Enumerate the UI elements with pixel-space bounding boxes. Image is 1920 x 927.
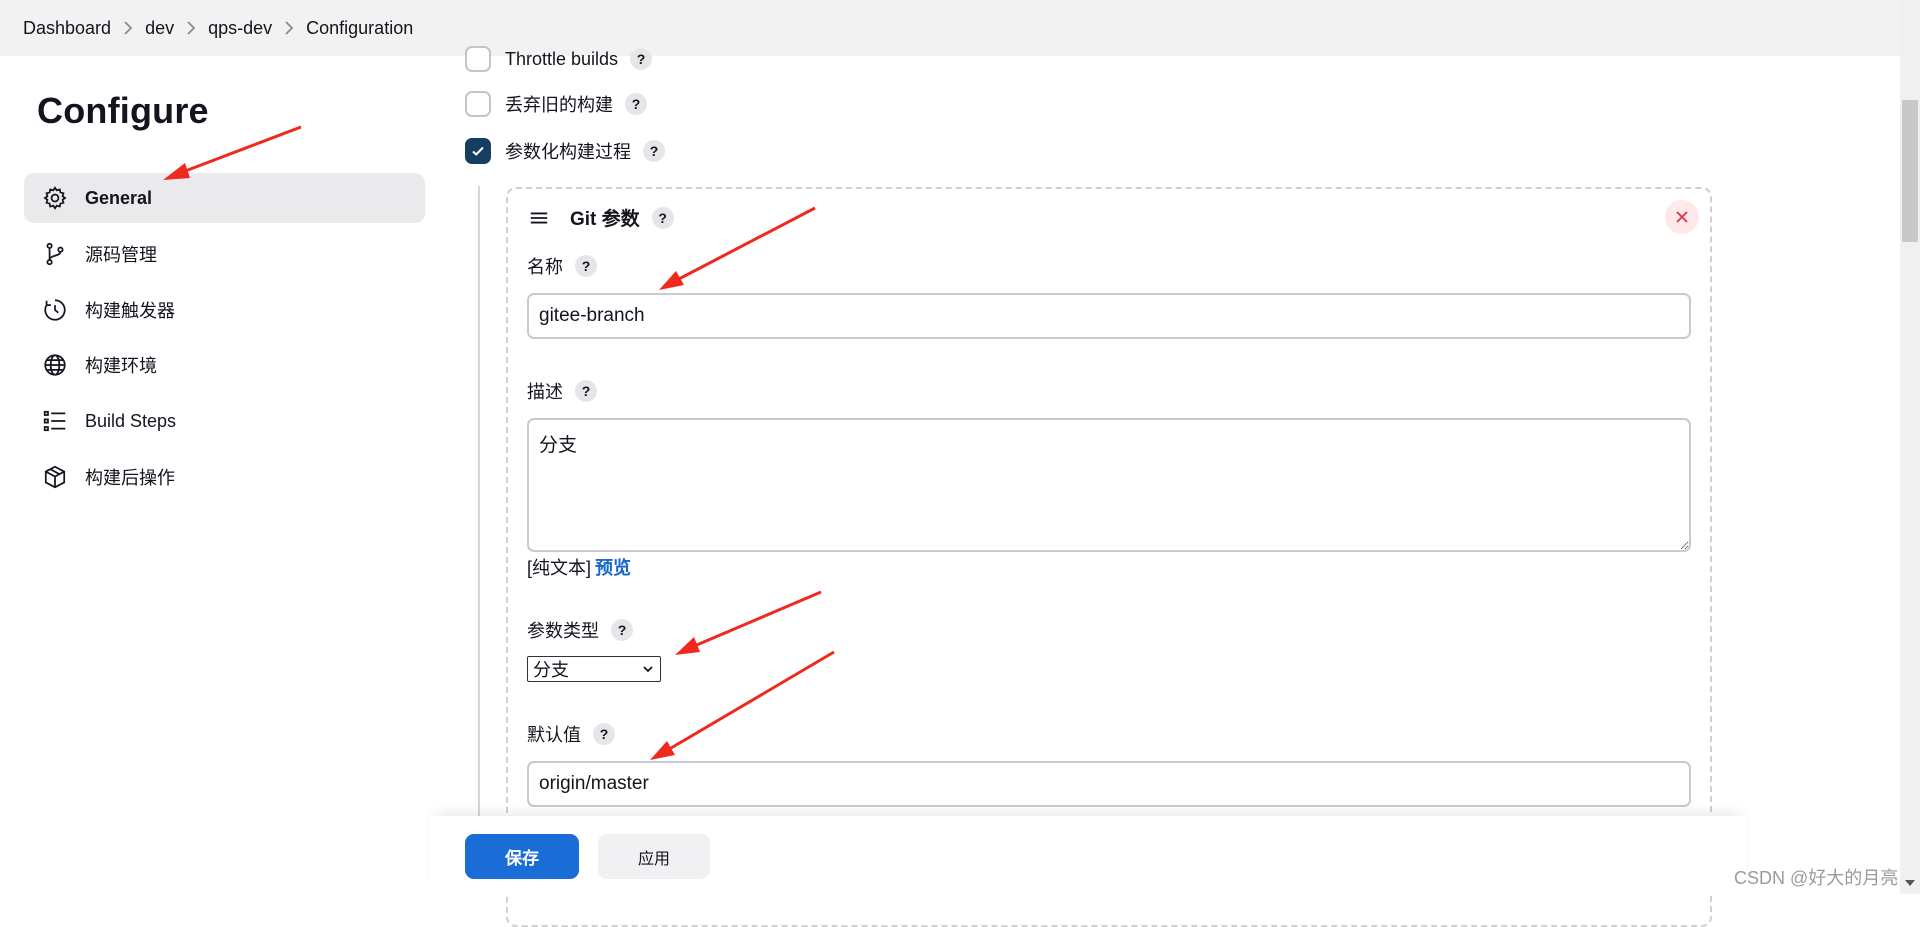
save-button[interactable]: 保存 (465, 834, 579, 879)
sidebar-item-label: 源码管理 (85, 245, 157, 265)
parameterized-build-option[interactable]: 参数化构建过程 ? (465, 138, 665, 164)
sidebar-item-environment[interactable]: 构建环境 (24, 340, 425, 390)
breadcrumb: Dashboard dev qps-dev Configuration (0, 0, 1900, 56)
git-parameter-title: Git 参数 (570, 209, 640, 230)
help-icon[interactable]: ? (643, 140, 665, 162)
discard-old-builds-checkbox[interactable] (465, 91, 491, 117)
list-icon (41, 407, 69, 435)
breadcrumb-dev[interactable]: dev (145, 14, 174, 43)
description-field-label: 描述 ? (527, 378, 597, 404)
breadcrumb-dashboard[interactable]: Dashboard (23, 14, 111, 43)
default-value-label: 默认值 (527, 725, 581, 745)
param-type-field-label: 参数类型 ? (527, 617, 633, 643)
chevron-right-icon (272, 21, 306, 35)
param-type-select[interactable]: 分支 (527, 656, 661, 682)
discard-old-builds-option[interactable]: 丢弃旧的构建 ? (465, 91, 647, 117)
close-icon (1676, 211, 1688, 223)
apply-button[interactable]: 应用 (598, 834, 710, 879)
parameterized-build-checkbox[interactable] (465, 138, 491, 164)
sidebar-item-triggers[interactable]: 构建触发器 (24, 285, 425, 335)
remove-parameter-button[interactable] (1665, 200, 1699, 234)
help-icon[interactable]: ? (625, 93, 647, 115)
section-indent-line (478, 186, 480, 894)
scroll-down-arrow-icon[interactable] (1905, 880, 1915, 886)
globe-icon (41, 351, 69, 379)
discard-old-builds-label: 丢弃旧的构建 (505, 95, 613, 115)
sidebar-item-label: Build Steps (85, 410, 177, 431)
sidebar-item-label: 构建环境 (85, 356, 157, 376)
parameterized-build-label: 参数化构建过程 (505, 142, 631, 162)
help-icon[interactable]: ? (593, 723, 615, 745)
drag-handle-icon[interactable] (528, 207, 550, 229)
default-value-input[interactable] (527, 761, 1691, 807)
throttle-builds-checkbox[interactable] (465, 46, 491, 72)
throttle-builds-label: Throttle builds (505, 48, 619, 69)
branch-icon (41, 240, 69, 268)
sidebar-item-build-steps[interactable]: Build Steps (24, 396, 425, 446)
param-type-value: 分支 (533, 660, 569, 680)
breadcrumb-qps-dev[interactable]: qps-dev (208, 14, 272, 43)
chevron-down-icon (643, 666, 653, 673)
name-field-label: 名称 ? (527, 253, 597, 279)
scrollbar-thumb[interactable] (1902, 100, 1918, 242)
clock-icon (41, 296, 69, 324)
watermark: CSDN @好大的月亮 (1734, 868, 1899, 888)
description-label: 描述 (527, 382, 563, 402)
sidebar-item-label: 构建后操作 (85, 468, 175, 488)
package-icon (41, 463, 69, 491)
format-preview-row: [纯文本] 预览 (527, 554, 631, 580)
git-parameter-header: Git 参数 ? (528, 204, 674, 231)
preview-link[interactable]: 预览 (595, 558, 631, 578)
plain-text-format: [纯文本] (527, 558, 592, 578)
help-icon[interactable]: ? (575, 380, 597, 402)
help-icon[interactable]: ? (630, 48, 653, 70)
description-textarea[interactable]: 分支 (527, 418, 1691, 552)
sidebar-item-source[interactable]: 源码管理 (24, 229, 425, 279)
sidebar-item-general[interactable]: General (24, 173, 425, 223)
breadcrumb-configuration[interactable]: Configuration (306, 14, 413, 43)
param-type-label: 参数类型 (527, 621, 599, 641)
name-input[interactable] (527, 293, 1691, 339)
chevron-right-icon (111, 21, 145, 35)
sidebar-item-post-build[interactable]: 构建后操作 (24, 452, 425, 502)
help-icon[interactable]: ? (651, 206, 674, 229)
page-title: Configure (37, 90, 209, 131)
name-label: 名称 (527, 257, 563, 277)
chevron-right-icon (174, 21, 208, 35)
check-icon (472, 146, 484, 156)
gear-icon (41, 184, 69, 212)
default-value-field-label: 默认值 ? (527, 721, 615, 747)
sidebar-item-label: 构建触发器 (85, 301, 175, 321)
throttle-builds-option[interactable]: Throttle builds ? (465, 46, 653, 72)
sidebar-item-label: General (85, 187, 153, 208)
help-icon[interactable]: ? (575, 255, 597, 277)
help-icon[interactable]: ? (611, 619, 633, 641)
